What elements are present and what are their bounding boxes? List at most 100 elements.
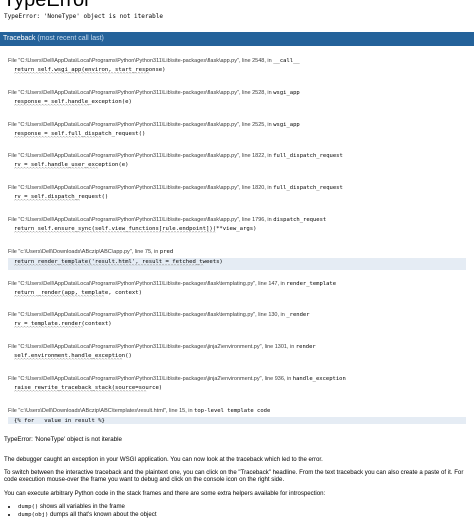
frame-location: File "C:\Users\Dell\AppData\Local\Progra…	[8, 84, 466, 97]
frame-location: File "C:\Users\Dell\AppData\Local\Progra…	[8, 275, 466, 288]
traceback-frame[interactable]: File "C:\Users\Dell\AppData\Local\Progra…	[8, 52, 466, 84]
frame-function-name: top-level template code	[194, 407, 271, 414]
frame-location: File "C:\Users\Dell\AppData\Local\Progra…	[8, 116, 466, 129]
frame-source: return _render(app, template, context) ^^…	[8, 289, 466, 301]
explanation-paragraph-1: The debugger caught an exception in your…	[4, 456, 323, 463]
helper-code: dump(obj)	[18, 511, 49, 518]
traceback-frame[interactable]: File "C:\Users\Dell\AppData\Local\Progra…	[8, 179, 466, 211]
frame-line-number: 936	[274, 375, 284, 382]
frame-line-number: 2548	[252, 58, 265, 64]
frame-line-prefix: , line	[238, 216, 253, 223]
helper-text: dumps all that's known about the object	[48, 510, 157, 518]
traceback-frame[interactable]: File "C:\Users\Dell\AppData\Local\Progra…	[8, 306, 466, 338]
frame-file-prefix: File	[8, 280, 19, 287]
frame-file-prefix: File	[8, 58, 19, 64]
frame-location: File "C:\Users\Dell\AppData\Local\Progra…	[8, 179, 466, 192]
frame-file-prefix: File	[8, 248, 19, 255]
explanation-paragraph-3: You can execute arbitrary Python code in…	[4, 489, 326, 497]
frame-source: return render_template('result.html', re…	[8, 257, 466, 270]
frame-in-prefix: , in	[264, 185, 274, 192]
traceback-frame[interactable]: File "C:\Users\Dell\AppData\Local\Progra…	[8, 116, 466, 148]
frame-line-prefix: , line	[238, 185, 253, 192]
frame-source: response = self.handle_exception(e) ^^^^^…	[8, 98, 466, 110]
frame-function-name: render_template	[286, 280, 337, 287]
frame-line-prefix: , line	[255, 280, 269, 287]
frame-location: File "C:\Users\Dell\AppData\Local\Progra…	[8, 147, 466, 160]
frame-file-prefix: File	[8, 153, 19, 160]
frame-in-prefix: , in	[264, 58, 274, 64]
traceback-frame[interactable]: File "C:\Users\Dell\AppData\Local\Progra…	[8, 147, 466, 179]
explanation-section: The debugger caught an exception in your…	[4, 456, 470, 519]
frame-in-prefix: , in	[264, 216, 274, 223]
frame-source: rv = self.handle_user_exception(e) ^^^^^^…	[8, 162, 466, 174]
frame-location: File "C:\Users\Dell\AppData\Local\Progra…	[8, 52, 466, 65]
frame-function-name: pred	[159, 248, 174, 255]
frame-source: rv = self.dispatch_request() ^^^^^^^^^^^^…	[8, 194, 466, 206]
frame-source: return self.ensure_sync(self.view_functi…	[8, 225, 466, 237]
frame-location: File "C:\Users\Dell\AppData\Local\Progra…	[8, 338, 466, 351]
frame-file-path: "C:\Users\Dell\AppData\Local\Programs\Py…	[18, 344, 262, 351]
frame-in-prefix: , in	[264, 89, 274, 96]
frame-caret-marker: ^^^^^^^^^^^^^^^^^^^^^^^^^^^^^^^^^^^^	[14, 358, 123, 365]
frame-function-name: wsgi_app	[273, 121, 300, 128]
plain-error-text: TypeError: 'NoneType' object is not iter…	[4, 436, 122, 443]
frame-location: File "c:\Users\Dell\Downloads\ABczip\ABC…	[8, 243, 466, 256]
helper-code: dump()	[18, 503, 39, 510]
frame-caret-marker: ^^^^^^^^^^^^^^^^^^^^^^^^^^^^^	[14, 135, 102, 142]
traceback-frame[interactable]: File "C:\Users\Dell\AppData\Local\Progra…	[8, 370, 466, 402]
frame-function-name: full_dispatch_request	[273, 153, 343, 160]
frame-line-prefix: , line	[131, 248, 145, 255]
frame-file-path: "c:\Users\Dell\Downloads\ABczip\ABC\app.…	[18, 248, 132, 255]
frame-function-name: __call__	[273, 58, 300, 64]
helper-list: dump() shows all variables in the frame …	[4, 503, 470, 519]
frame-function-name: render	[295, 344, 316, 351]
traceback-frame[interactable]: File "C:\Users\Dell\AppData\Local\Progra…	[8, 84, 466, 116]
frame-source: response = self.full_dispatch_request() ^…	[8, 130, 466, 142]
frame-caret-marker: ^^^^^^^^^^^^^^^^^^^^^^^^^^^^^^^^^^^^^^^^…	[14, 263, 204, 270]
frame-caret-marker: ^^^^^^^^^^^^^^^^^^^^^^^^^	[14, 103, 90, 110]
frame-file-prefix: File	[8, 89, 19, 96]
frame-caret-marker: ^^^^^^^^^^^^^^^^^^^^^^^^^^^^	[14, 167, 99, 174]
page-title: TypeError	[3, 0, 91, 11]
frame-source: return self.wsgi_app(environ, start_resp…	[8, 67, 466, 78]
traceback-frame[interactable]: File "C:\Users\Dell\AppData\Local\Progra…	[8, 338, 466, 370]
frame-file-path: "C:\Users\Dell\AppData\Local\Programs\Py…	[18, 121, 239, 128]
traceback-frame[interactable]: File "c:\Users\Dell\Downloads\ABczip\ABC…	[8, 402, 466, 434]
frame-file-path: "C:\Users\Dell\AppData\Local\Programs\Py…	[18, 312, 256, 319]
frame-line-prefix: , line	[261, 375, 275, 382]
frame-code-line: {% for value in result %}	[14, 417, 105, 424]
traceback-frame[interactable]: File "C:\Users\Dell\AppData\Local\Progra…	[8, 211, 466, 243]
frame-location: File "C:\Users\Dell\AppData\Local\Progra…	[8, 211, 466, 224]
frame-function-name: full_dispatch_request	[273, 185, 343, 192]
frame-line-number: 147	[268, 280, 278, 287]
frame-line-number: 2528	[252, 89, 265, 96]
frame-line-number: 130	[268, 312, 278, 319]
frame-line-prefix: , line	[238, 58, 253, 64]
frame-file-path: "C:\Users\Dell\AppData\Local\Programs\Py…	[18, 153, 239, 160]
frame-location: File "C:\Users\Dell\AppData\Local\Progra…	[8, 370, 466, 383]
frame-line-number: 1820	[252, 185, 265, 192]
frame-in-prefix: , in	[185, 407, 195, 414]
frame-caret-marker: ^^^^^^^^^^^^^^^^^^^^^^^	[14, 326, 84, 333]
frame-line-number: 2525	[252, 121, 265, 128]
frame-file-prefix: File	[8, 216, 19, 223]
frame-function-name: dispatch_request	[273, 216, 327, 223]
frame-in-prefix: , in	[283, 375, 293, 382]
frame-caret-marker: ^^^^^^^^^^^^^^^^^^^^^^^^^^^^^^^^^^^^^^^^…	[14, 389, 147, 396]
explanation-paragraph-2: To switch between the interactive traceb…	[4, 469, 464, 484]
frame-function-name: _render	[286, 312, 310, 319]
frame-file-prefix: File	[8, 312, 19, 319]
error-message: TypeError: 'NoneType' object is not iter…	[4, 13, 163, 20]
frame-line-prefix: , line	[238, 89, 253, 96]
traceback-frame[interactable]: File "C:\Users\Dell\AppData\Local\Progra…	[8, 275, 466, 307]
traceback-headline[interactable]: Traceback (most recent call last)	[0, 32, 474, 46]
frame-in-prefix: , in	[286, 344, 296, 351]
frame-file-prefix: File	[8, 121, 19, 128]
frame-source: rv = template.render(context) ^^^^^^^^^^^…	[8, 321, 466, 333]
frame-in-prefix: , in	[264, 153, 274, 160]
traceback-frame[interactable]: File "c:\Users\Dell\Downloads\ABczip\ABC…	[8, 243, 466, 275]
frame-function-name: wsgi_app	[273, 89, 300, 96]
helper-text: shows all variables in the frame	[38, 502, 125, 510]
frame-line-prefix: , line	[255, 312, 269, 319]
frame-file-prefix: File	[8, 375, 19, 382]
